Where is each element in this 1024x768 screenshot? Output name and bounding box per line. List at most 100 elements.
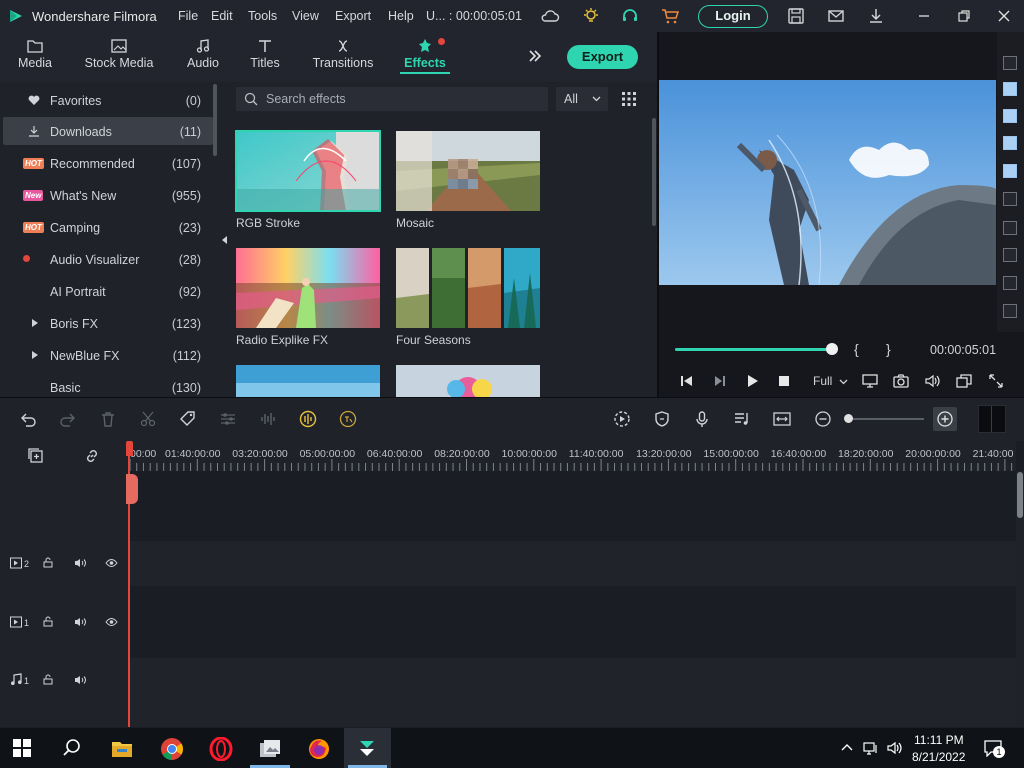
fullscreen-icon[interactable] [988, 373, 1004, 389]
tag-icon[interactable] [179, 410, 197, 428]
sidebar-item-newblue-fx[interactable]: NewBlue FX (112) [3, 341, 213, 369]
windows-start-icon[interactable] [12, 738, 32, 758]
add-track-icon[interactable] [27, 447, 45, 465]
preview-progress-handle[interactable] [826, 343, 838, 355]
marker-box[interactable] [1003, 164, 1017, 178]
restore-icon[interactable] [954, 6, 974, 26]
sidebar-item-camping[interactable]: HOT Camping (23) [3, 213, 213, 241]
timeline-layout-toggle[interactable] [978, 405, 1006, 433]
camera-icon[interactable] [893, 373, 909, 389]
text-to-speech-icon[interactable] [339, 410, 357, 428]
render-preview-icon[interactable] [613, 410, 631, 428]
lock-icon[interactable] [42, 615, 54, 627]
shield-icon[interactable] [653, 410, 671, 428]
marker-box[interactable] [1003, 304, 1017, 318]
link-icon[interactable] [83, 447, 101, 465]
marker-box[interactable] [1003, 192, 1017, 206]
lightbulb-icon[interactable] [581, 6, 601, 26]
search-icon[interactable] [62, 738, 82, 758]
undo-icon[interactable] [19, 410, 37, 428]
search-box[interactable] [236, 87, 548, 111]
track-lane[interactable] [128, 541, 1016, 586]
preview-progress-bar[interactable] [675, 348, 833, 351]
step-forward-icon[interactable] [711, 373, 727, 389]
speaker-icon[interactable] [74, 557, 86, 569]
download-icon[interactable] [866, 6, 886, 26]
timeline-ruler[interactable]: 00:00 01:40:00:00 03:20:00:00 05:00:00:00 06… [128, 441, 1016, 471]
cart-icon[interactable] [660, 6, 680, 26]
chevron-down-icon[interactable] [839, 378, 848, 386]
effect-thumbnail-mosaic[interactable] [396, 131, 540, 211]
monitor-icon[interactable] [862, 373, 878, 389]
menu-view[interactable]: View [292, 9, 319, 23]
track-lane[interactable] [128, 586, 1016, 658]
playhead-handle[interactable] [126, 441, 133, 456]
marker-box[interactable] [1003, 276, 1017, 290]
sidebar-scrollbar[interactable] [213, 84, 217, 156]
expand-arrow-icon[interactable] [32, 351, 38, 359]
pip-icon[interactable] [956, 373, 972, 389]
effect-thumbnail-partial[interactable] [396, 365, 540, 397]
step-back-icon[interactable] [679, 373, 695, 389]
chevron-up-icon[interactable] [840, 741, 854, 755]
eye-icon[interactable] [105, 557, 118, 569]
play-icon[interactable] [744, 373, 760, 389]
sidebar-item-recommended[interactable]: HOT Recommended (107) [3, 149, 213, 177]
close-icon[interactable] [994, 6, 1014, 26]
mail-icon[interactable] [826, 6, 846, 26]
sidebar-item-whats-new[interactable]: New What's New (955) [3, 181, 213, 209]
volume-icon[interactable] [886, 740, 902, 756]
tab-media[interactable]: Media [12, 32, 58, 82]
lock-icon[interactable] [42, 673, 54, 685]
browser-scrollbar[interactable] [652, 118, 656, 226]
taskbar-clock-date[interactable]: 8/21/2022 [912, 750, 965, 764]
menu-edit[interactable]: Edit [211, 9, 233, 23]
login-button[interactable]: Login [698, 5, 768, 28]
menu-export[interactable]: Export [335, 9, 371, 23]
delete-icon[interactable] [99, 410, 117, 428]
lock-icon[interactable] [42, 556, 54, 568]
marker-box[interactable] [1003, 109, 1017, 123]
audio-wave-icon[interactable] [259, 410, 277, 428]
menu-help[interactable]: Help [388, 9, 414, 23]
save-icon[interactable] [786, 6, 806, 26]
network-icon[interactable] [863, 740, 879, 756]
playhead-marker[interactable] [126, 474, 138, 504]
sidebar-item-favorites[interactable]: Favorites (0) [3, 86, 213, 114]
track-lane[interactable] [128, 658, 1016, 727]
expand-arrow-icon[interactable] [32, 319, 38, 327]
microphone-icon[interactable] [693, 410, 711, 428]
zoom-slider-handle[interactable] [844, 414, 853, 423]
quality-dropdown[interactable]: Full [813, 374, 832, 388]
filter-dropdown[interactable]: All [556, 87, 608, 111]
headset-icon[interactable] [620, 6, 640, 26]
stop-icon[interactable] [776, 373, 792, 389]
marker-box[interactable] [1003, 82, 1017, 96]
adjust-icon[interactable] [219, 410, 237, 428]
tab-stock-media[interactable]: Stock Media [82, 32, 156, 82]
fit-timeline-icon[interactable] [773, 410, 791, 428]
tab-titles[interactable]: Titles [246, 32, 284, 82]
search-input[interactable] [266, 92, 536, 106]
sidebar-item-audio-visualizer[interactable]: Audio Visualizer (28) [3, 245, 213, 273]
effect-thumbnail-four-seasons[interactable] [396, 248, 540, 328]
filmora-taskbar-button[interactable] [344, 728, 391, 768]
effect-thumbnail-partial[interactable] [236, 365, 380, 397]
mark-out-button[interactable]: } [886, 341, 891, 357]
grid-view-icon[interactable] [621, 91, 637, 107]
scissors-icon[interactable] [139, 410, 157, 428]
notification-center-button[interactable]: 1 [983, 739, 1005, 758]
mark-in-button[interactable]: { [854, 341, 859, 357]
taskbar-clock-time[interactable]: 11:11 PM [914, 733, 964, 747]
marker-box[interactable] [1003, 136, 1017, 150]
redo-icon[interactable] [59, 410, 77, 428]
voiceover-list-icon[interactable] [733, 410, 751, 428]
photos-app-icon[interactable] [258, 737, 282, 761]
marker-box[interactable] [1003, 248, 1017, 262]
effect-thumbnail-radio-explike-fx[interactable] [236, 248, 380, 328]
zoom-in-button[interactable] [933, 407, 957, 431]
menu-tools[interactable]: Tools [248, 9, 277, 23]
firefox-icon[interactable] [307, 737, 331, 761]
timeline-scroll-thumb[interactable] [1017, 472, 1023, 518]
auto-beat-icon[interactable] [299, 410, 317, 428]
